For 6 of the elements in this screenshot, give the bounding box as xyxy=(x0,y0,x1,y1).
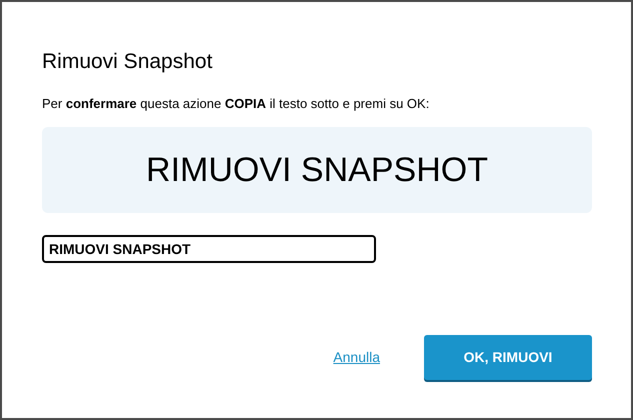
confirm-button[interactable]: OK, RIMUOVI xyxy=(424,335,592,380)
confirm-text: RIMUOVI SNAPSHOT xyxy=(146,150,488,190)
cancel-link[interactable]: Annulla xyxy=(333,347,380,368)
instruction-text: Per confermare questa azione COPIA il testo sotto e premi su OK: xyxy=(42,95,430,113)
dialog-title: Rimuovi Snapshot xyxy=(42,49,212,75)
confirm-input-field[interactable]: RIMUOVI SNAPSHOT xyxy=(42,235,376,263)
